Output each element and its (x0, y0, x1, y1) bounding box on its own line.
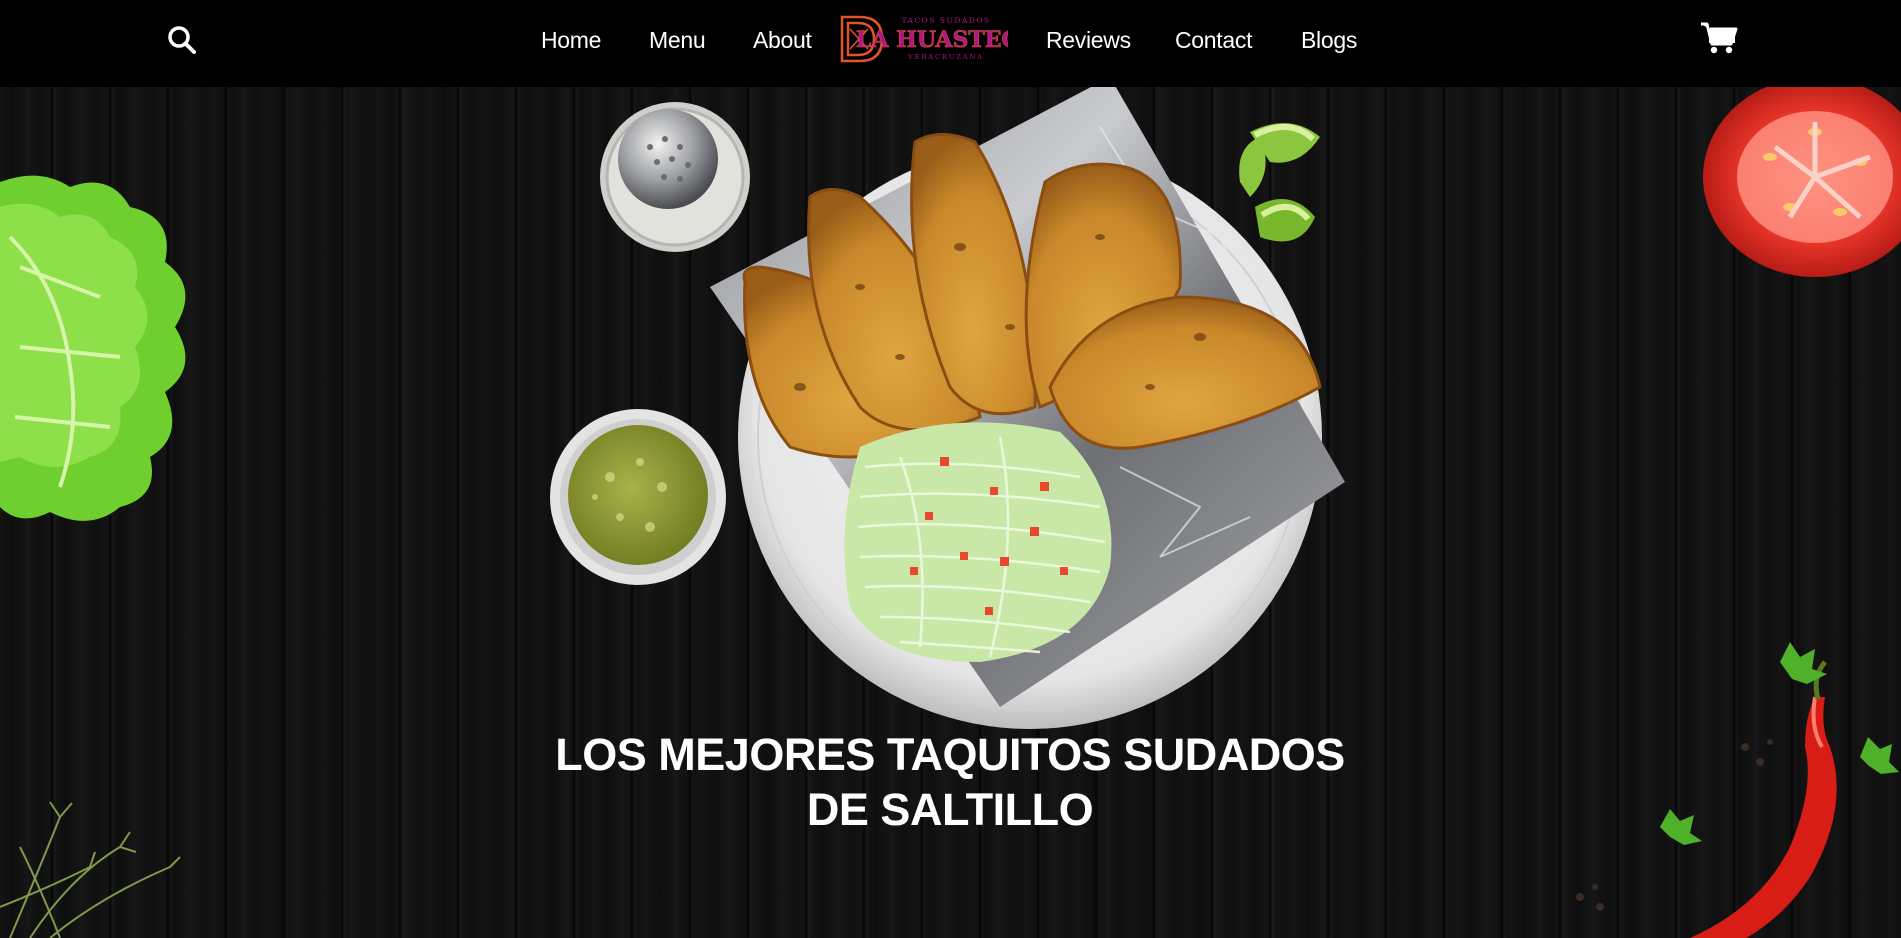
shredded-cabbage (844, 422, 1112, 662)
hero-headline-line-1: LOS MEJORES TAQUITOS SUDADOS (555, 729, 1345, 780)
salt-shaker (600, 102, 750, 252)
logo-main-text: LA HUASTECA (856, 27, 1008, 53)
hero-headline: LOS MEJORES TAQUITOS SUDADOS DE SALTILLO (450, 727, 1450, 837)
nav-menu[interactable]: Menu (649, 27, 706, 54)
main-navigation: Home Menu About TACOS SUDADOS LA HUASTEC… (0, 0, 1901, 87)
chili-pepper-decoration (1576, 642, 1899, 938)
lime-decoration (1239, 123, 1320, 242)
site-logo[interactable]: TACOS SUDADOS LA HUASTECA VERACRUZANA (838, 13, 1037, 65)
cart-icon[interactable] (1700, 20, 1738, 56)
logo-bottom-text: VERACRUZANA (907, 53, 984, 61)
hero-headline-line-2: DE SALTILLO (806, 784, 1094, 835)
nav-blogs[interactable]: Blogs (1301, 27, 1357, 54)
hero-section: LOS MEJORES TAQUITOS SUDADOS DE SALTILLO (0, 87, 1901, 938)
site-header: Home Menu About TACOS SUDADOS LA HUASTEC… (0, 0, 1901, 87)
tomato-decoration (1703, 87, 1901, 277)
salsa-bowl (550, 409, 726, 585)
lettuce-decoration (0, 175, 186, 521)
logo-top-text: TACOS SUDADOS (901, 16, 990, 25)
dill-decoration (0, 801, 181, 938)
nav-about[interactable]: About (753, 27, 812, 54)
nav-contact[interactable]: Contact (1175, 27, 1252, 54)
nav-home[interactable]: Home (541, 27, 601, 54)
nav-reviews[interactable]: Reviews (1046, 27, 1131, 54)
